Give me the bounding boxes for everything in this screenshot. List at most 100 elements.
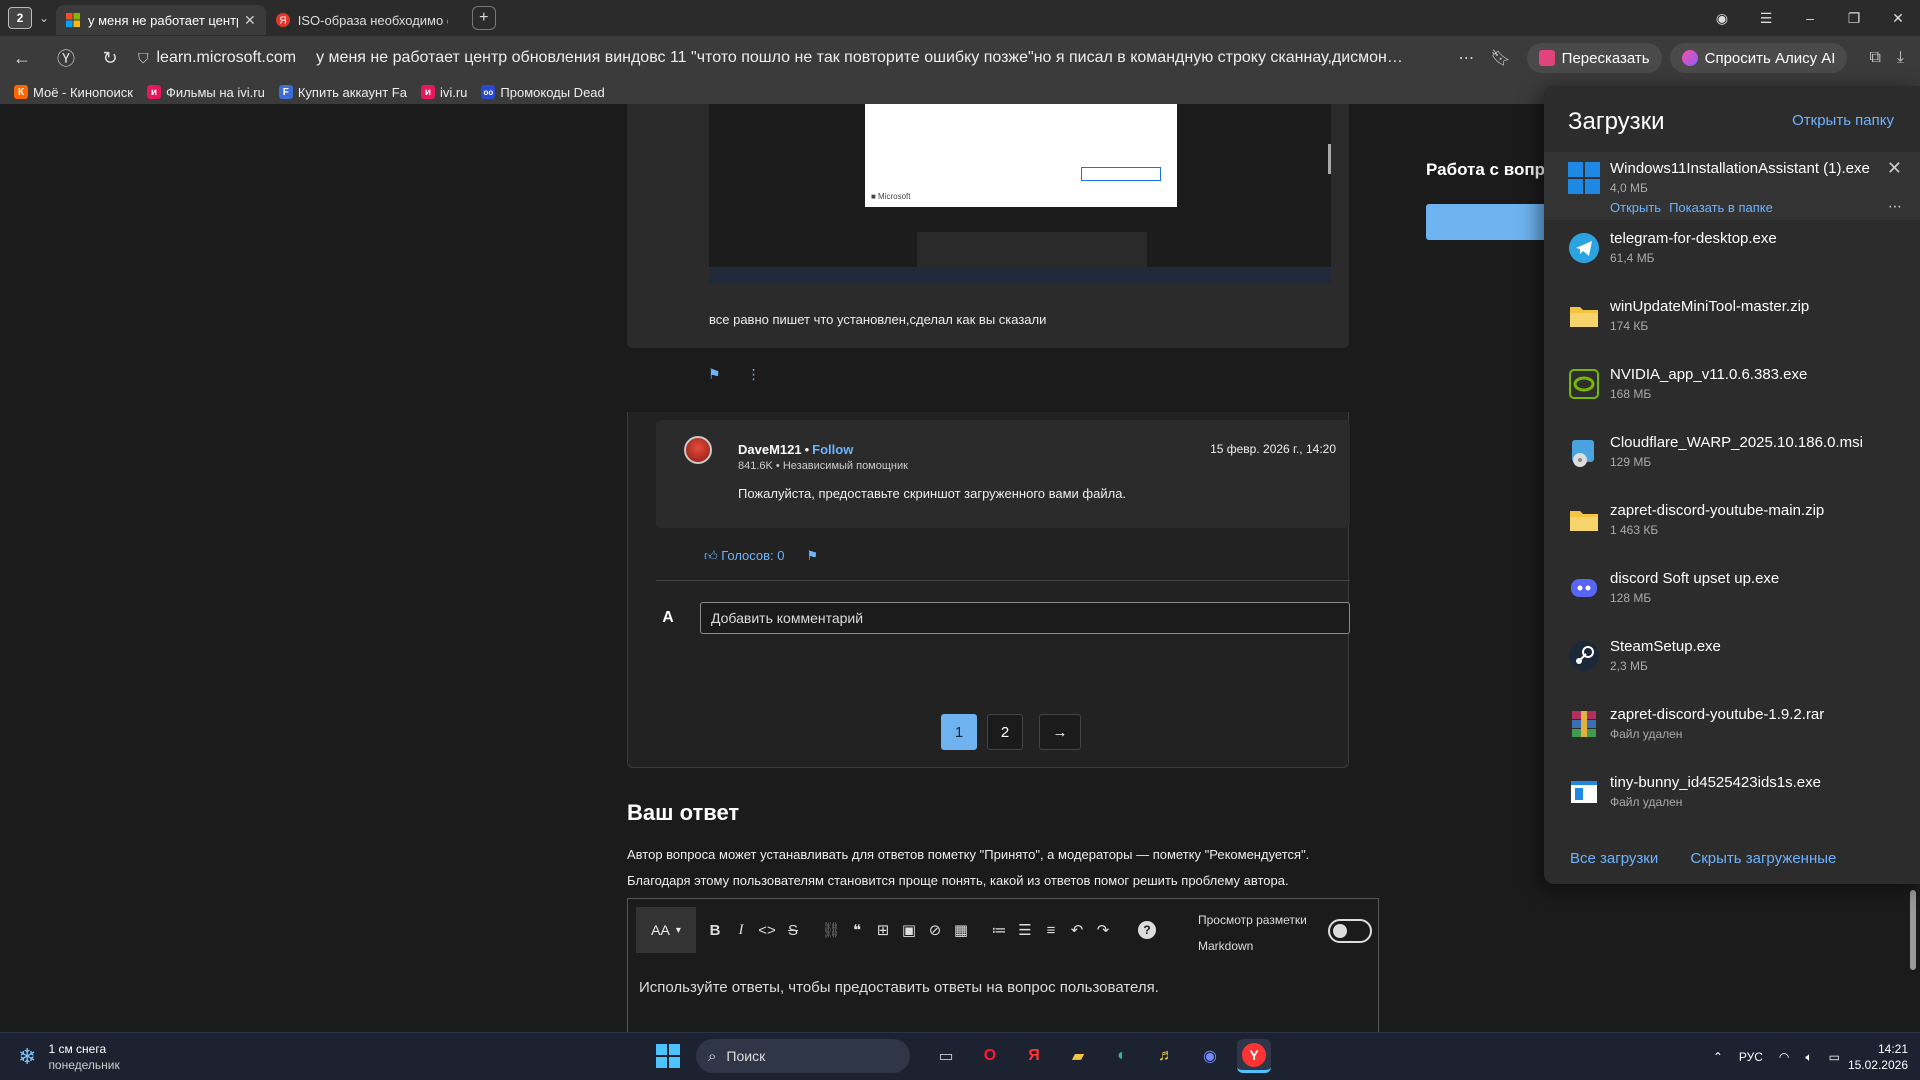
bookmark-kinopoisk[interactable]: К Моё - Кинопоиск (14, 85, 133, 100)
download-item[interactable]: telegram-for-desktop.exe 61,4 МБ (1544, 222, 1920, 290)
all-downloads-link[interactable]: Все загрузки (1570, 850, 1658, 867)
answer-textarea-placeholder[interactable]: Используйте ответы, чтобы предоставить о… (639, 979, 1159, 996)
download-name: telegram-for-desktop.exe (1610, 230, 1777, 247)
site-info-icon[interactable]: ⛉ (138, 50, 149, 67)
download-item[interactable]: SteamSetup.exe 2,3 МБ (1544, 630, 1920, 698)
discord-icon[interactable]: ◉ (1193, 1039, 1227, 1073)
remove-download-icon[interactable]: ✕ (1887, 158, 1902, 179)
file-explorer-icon[interactable]: ▰ (1061, 1039, 1095, 1073)
bold-icon[interactable]: B (702, 922, 728, 939)
start-button[interactable] (656, 1044, 680, 1068)
text-style-dropdown[interactable]: AA ▾ (636, 907, 696, 953)
back-arrow-icon[interactable]: ← (0, 48, 44, 69)
bookmark-ivi-films[interactable]: и Фильмы на ivi.ru (146, 85, 265, 100)
address-bar[interactable]: ⛉ learn.microsoft.com у меня не работает… (132, 42, 1450, 74)
yandex-icon[interactable]: Y (1237, 1039, 1271, 1073)
download-item[interactable]: Windows11InstallationAssistant (1).exe 4… (1544, 152, 1920, 220)
next-page-button[interactable]: → (1039, 714, 1081, 750)
restore-icon[interactable]: ❐ (1832, 10, 1876, 27)
close-tab-icon[interactable]: ✕ (244, 12, 256, 29)
tab-list-chevron-icon[interactable]: ⌄ (32, 11, 56, 25)
wifi-icon[interactable]: ◠ (1779, 1050, 1789, 1064)
bookmark-label: ivi.ru (439, 84, 468, 100)
tab-iso[interactable]: Я ISO-образа необходимо скачать (266, 5, 458, 35)
quote-icon[interactable]: ❝ (844, 921, 870, 939)
headphones-app-icon[interactable]: ♬ (1149, 1039, 1183, 1073)
link-icon[interactable]: ⛓ (818, 921, 844, 939)
screenshot-button (1081, 167, 1161, 181)
tab-active[interactable]: у меня не работает центр обновления винд… (56, 5, 266, 35)
italic-icon[interactable]: I (728, 922, 754, 939)
numbered-list-icon[interactable]: ≔ (986, 921, 1012, 939)
text-style-label: AA (651, 922, 670, 938)
more-dots-icon[interactable]: ⋯ (1458, 48, 1474, 68)
undo-icon[interactable]: ↶ (1064, 921, 1090, 939)
code-block-icon[interactable]: ⊞ (870, 921, 896, 939)
yandex-home-icon[interactable]: Ⓨ (44, 45, 88, 71)
tab-strip: 2 ⌄ у меня не работает центр обновления … (0, 0, 1920, 36)
hide-downloaded-link[interactable]: Скрыть загруженные (1690, 850, 1836, 867)
bookmark-buy-account[interactable]: F Купить аккаунт Fa (278, 85, 407, 100)
page-1-button[interactable]: 1 (941, 714, 977, 750)
vote-button[interactable]: 👍︎ Голосов: 0 (704, 548, 785, 564)
table-icon[interactable]: ▦ (948, 921, 974, 939)
follow-link[interactable]: Follow (812, 442, 853, 457)
volume-icon[interactable]: 🔈︎ (1805, 1050, 1812, 1065)
close-window-icon[interactable]: ✕ (1876, 10, 1920, 27)
horizontal-rule-icon[interactable]: ≡ (1038, 922, 1064, 939)
bookmark-icon[interactable]: 🔖︎ (1490, 48, 1510, 68)
image-icon[interactable]: ▣ (896, 921, 922, 939)
code-icon[interactable]: <> (754, 922, 780, 939)
battery-icon[interactable]: ▭ (1829, 1050, 1840, 1064)
download-name: tiny-bunny_id4525423ids1s.exe (1610, 774, 1821, 791)
download-item[interactable]: zapret-discord-youtube-main.zip 1 463 КБ (1544, 494, 1920, 562)
more-vertical-icon[interactable]: ⋮ (747, 366, 761, 383)
page-2-button[interactable]: 2 (987, 714, 1023, 750)
task-view-icon[interactable]: ▭ (929, 1039, 963, 1073)
clock[interactable]: 14:21 15.02.2026 (1848, 1041, 1908, 1073)
tab-count-button[interactable]: 2 (8, 7, 32, 29)
strikethrough-icon[interactable]: S (780, 922, 806, 939)
language-indicator[interactable]: РУС (1739, 1050, 1763, 1064)
markdown-preview-toggle[interactable] (1328, 919, 1372, 943)
weather-widget[interactable]: ❄ 1 см снега понедельник (18, 1041, 120, 1073)
download-item[interactable]: discord Soft upset up.exe 128 МБ (1544, 562, 1920, 630)
bookmark-ivi[interactable]: и ivi.ru (420, 84, 468, 100)
edge-icon[interactable]: ◐ (1105, 1039, 1139, 1073)
chevron-up-icon[interactable]: ⌃ (1713, 1050, 1723, 1064)
profile-icon[interactable]: ◉ (1700, 10, 1744, 27)
report-flag-icon[interactable]: ⚑ (807, 548, 819, 564)
download-item[interactable]: zapret-discord-youtube-1.9.2.rar Файл уд… (1544, 698, 1920, 766)
add-comment-input[interactable]: Добавить комментарий (700, 602, 1350, 634)
reload-icon[interactable]: ↻ (88, 48, 132, 69)
retell-button[interactable]: Пересказать (1526, 43, 1662, 73)
avatar[interactable] (684, 436, 712, 464)
minimize-icon[interactable]: – (1788, 10, 1832, 26)
ask-alice-button[interactable]: Спросить Алису AI (1669, 43, 1848, 73)
more-dots-icon[interactable]: ⋯ (1888, 198, 1902, 215)
collections-icon[interactable]: ⧉ (1869, 49, 1880, 67)
open-folder-link[interactable]: Открыть папку (1792, 112, 1894, 129)
downloads-icon[interactable]: ⤓ (1897, 49, 1904, 67)
opera-icon[interactable]: O (973, 1039, 1007, 1073)
redo-icon[interactable]: ↷ (1090, 921, 1116, 939)
page-scrollbar[interactable] (1910, 890, 1916, 970)
comment-author[interactable]: DaveM121 (738, 442, 802, 457)
new-tab-button[interactable]: + (471, 6, 496, 30)
embed-link-icon[interactable]: ⊘ (922, 921, 948, 939)
yandex-browser-icon[interactable]: Я (1017, 1039, 1051, 1073)
open-download-link[interactable]: Открыть (1610, 200, 1661, 215)
download-item[interactable]: Cloudflare_WARP_2025.10.186.0.msi 129 МБ (1544, 426, 1920, 494)
attached-screenshot[interactable]: ■ Microsoft (709, 104, 1331, 283)
download-item[interactable]: tiny-bunny_id4525423ids1s.exe Файл удале… (1544, 766, 1920, 834)
bulleted-list-icon[interactable]: ☰ (1012, 921, 1038, 939)
menu-icon[interactable]: ☰ (1744, 10, 1788, 27)
download-meta: 2,3 МБ (1610, 659, 1648, 673)
show-in-folder-link[interactable]: Показать в папке (1669, 200, 1773, 215)
download-item[interactable]: NVIDIA_app_v11.0.6.383.exe 168 МБ (1544, 358, 1920, 426)
help-icon[interactable]: ? (1138, 921, 1156, 939)
taskbar-search[interactable]: ⌕ Поиск (696, 1039, 910, 1073)
bookmark-promocodes[interactable]: oo Промокоды Dead (481, 85, 605, 100)
download-item[interactable]: winUpdateMiniTool-master.zip 174 КБ (1544, 290, 1920, 358)
report-flag-icon[interactable]: ⚑ (708, 366, 721, 383)
